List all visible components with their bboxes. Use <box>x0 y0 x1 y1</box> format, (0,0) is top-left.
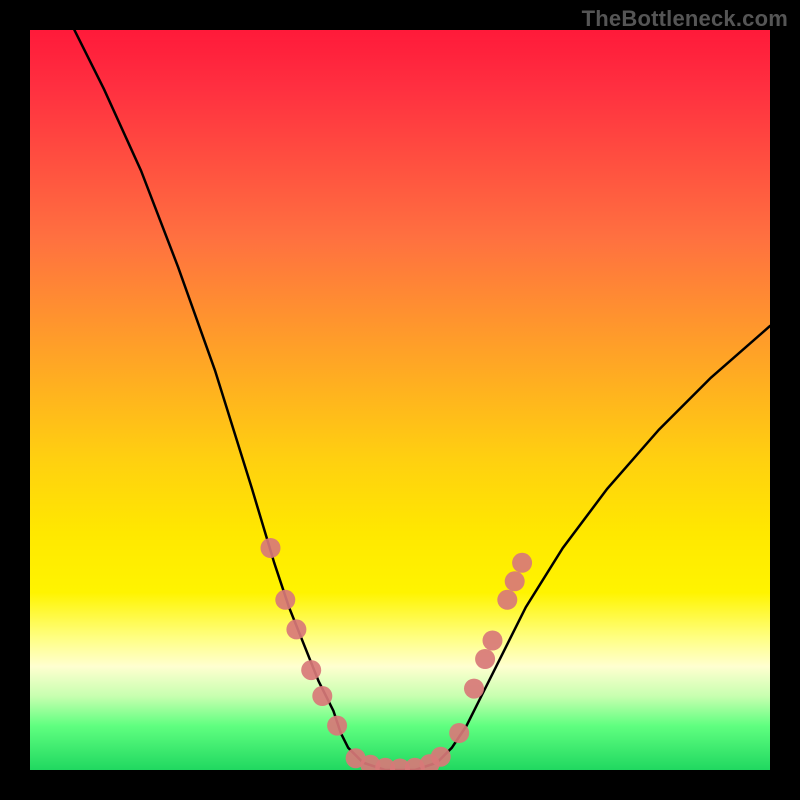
highlight-dot <box>301 660 321 680</box>
highlight-dot <box>464 679 484 699</box>
highlight-dot <box>505 571 525 591</box>
watermark-text: TheBottleneck.com <box>582 6 788 32</box>
highlight-dot <box>449 723 469 743</box>
highlight-dot <box>312 686 332 706</box>
highlight-dot <box>497 590 517 610</box>
highlight-dot <box>286 619 306 639</box>
highlight-dot <box>431 747 451 767</box>
chart-frame: TheBottleneck.com <box>0 0 800 800</box>
highlight-dot <box>327 716 347 736</box>
highlight-dots-group <box>261 538 533 770</box>
highlight-dot <box>475 649 495 669</box>
highlight-dot <box>261 538 281 558</box>
highlight-dot <box>512 553 532 573</box>
highlight-dot <box>483 631 503 651</box>
plot-area <box>30 30 770 770</box>
chart-svg <box>30 30 770 770</box>
bottleneck-curve <box>74 30 770 770</box>
highlight-dot <box>275 590 295 610</box>
